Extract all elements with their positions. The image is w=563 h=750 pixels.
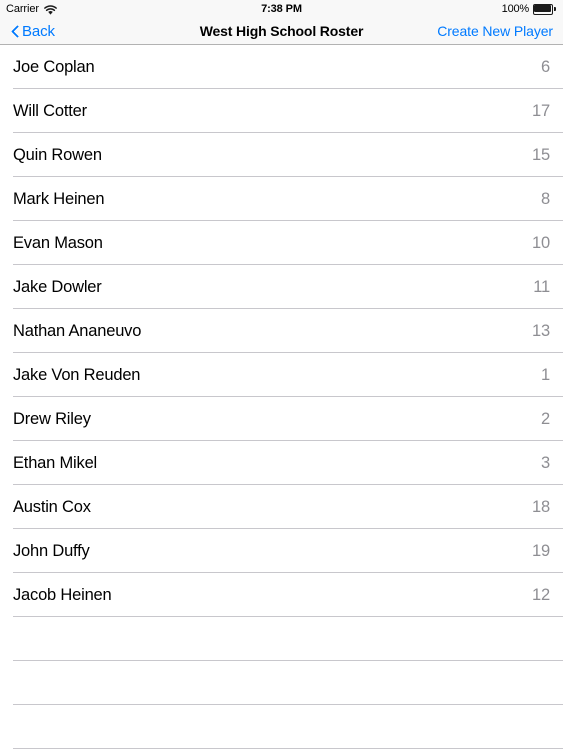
table-row[interactable]: John Duffy 19: [0, 529, 563, 573]
player-name: John Duffy: [13, 541, 90, 560]
player-number: 3: [541, 453, 550, 472]
table-row[interactable]: Nathan Ananeuvo 13: [0, 309, 563, 353]
battery-full-icon: [533, 3, 557, 15]
create-new-player-button[interactable]: Create New Player: [437, 23, 553, 39]
player-number: 10: [532, 233, 550, 252]
status-bar-clock: 7:38 PM: [261, 3, 302, 15]
table-row-empty: [0, 617, 563, 661]
player-name: Nathan Ananeuvo: [13, 321, 142, 340]
player-number: 2: [541, 409, 550, 428]
player-number: 13: [532, 321, 550, 340]
player-number: 17: [532, 101, 550, 120]
table-row-empty: [0, 661, 563, 705]
player-number: 15: [532, 145, 550, 164]
table-row[interactable]: Jake Von Reuden 1: [0, 353, 563, 397]
table-row[interactable]: Will Cotter 17: [0, 89, 563, 133]
player-number: 6: [541, 57, 550, 76]
table-row[interactable]: Jake Dowler 11: [0, 265, 563, 309]
navigation-bar: Back West High School Roster Create New …: [0, 18, 563, 45]
back-button-label: Back: [22, 22, 55, 40]
status-bar-left: Carrier: [6, 3, 57, 15]
back-button[interactable]: Back: [10, 23, 55, 40]
player-number: 1: [541, 365, 550, 384]
chevron-left-icon: [10, 23, 20, 39]
player-number: 18: [532, 497, 550, 516]
player-name: Ethan Mikel: [13, 453, 98, 472]
player-name: Drew Riley: [13, 409, 91, 428]
player-name: Will Cotter: [13, 101, 87, 120]
status-bar: Carrier 7:38 PM 100%: [0, 0, 563, 18]
player-number: 8: [541, 189, 550, 208]
player-name: Evan Mason: [13, 233, 103, 252]
player-name: Jacob Heinen: [13, 585, 112, 604]
player-name: Jake Von Reuden: [13, 365, 141, 384]
player-number: 12: [532, 585, 550, 604]
table-row[interactable]: Drew Riley 2: [0, 397, 563, 441]
player-number: 19: [532, 541, 550, 560]
player-number: 11: [533, 277, 550, 296]
table-row[interactable]: Mark Heinen 8: [0, 177, 563, 221]
player-name: Jake Dowler: [13, 277, 102, 296]
battery-percent-label: 100%: [501, 3, 530, 15]
table-row[interactable]: Joe Coplan 6: [0, 45, 563, 89]
roster-table[interactable]: Joe Coplan 6 Will Cotter 17 Quin Rowen 15 Mark…: [0, 45, 563, 750]
status-bar-right: 100%: [502, 3, 557, 15]
player-name: Quin Rowen: [13, 145, 102, 164]
player-name: Mark Heinen: [13, 189, 105, 208]
table-row[interactable]: Ethan Mikel 3: [0, 441, 563, 485]
carrier-label: Carrier: [6, 3, 39, 15]
table-row[interactable]: Jacob Heinen 12: [0, 573, 563, 617]
player-name: Joe Coplan: [13, 57, 95, 76]
table-row[interactable]: Evan Mason 10: [0, 221, 563, 265]
wifi-icon: [44, 4, 57, 16]
table-row[interactable]: Austin Cox 18: [0, 485, 563, 529]
table-row-empty: [0, 705, 563, 749]
table-row[interactable]: Quin Rowen 15: [0, 133, 563, 177]
player-name: Austin Cox: [13, 497, 91, 516]
